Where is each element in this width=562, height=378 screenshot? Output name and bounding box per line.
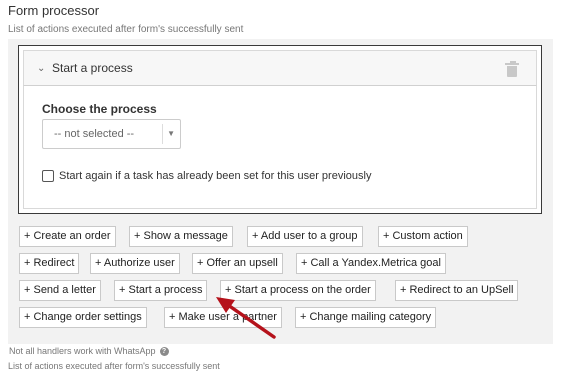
select-divider bbox=[162, 124, 163, 144]
footer-subtitle: List of actions executed after form's su… bbox=[8, 361, 220, 371]
add-user-to-group-button[interactable]: + Add user to a group bbox=[247, 226, 363, 247]
action-card-start-process: ⌄ Start a process Choose the process -- … bbox=[18, 45, 542, 214]
whatsapp-note: Not all handlers work with WhatsApp ? bbox=[9, 346, 169, 356]
dropdown-arrow-icon[interactable]: ▼ bbox=[167, 129, 175, 138]
chevron-down-icon[interactable]: ⌄ bbox=[37, 63, 45, 74]
help-icon[interactable]: ? bbox=[159, 346, 169, 356]
add-authorize-user-button[interactable]: + Authorize user bbox=[90, 253, 180, 274]
add-change-order-settings-button[interactable]: + Change order settings bbox=[19, 307, 147, 328]
add-show-message-button[interactable]: + Show a message bbox=[129, 226, 233, 247]
add-redirect-upsell-button[interactable]: + Redirect to an UpSell bbox=[395, 280, 519, 301]
start-again-checkbox[interactable] bbox=[42, 170, 54, 182]
add-create-order-button[interactable]: + Create an order bbox=[19, 226, 116, 247]
add-redirect-button[interactable]: + Redirect bbox=[19, 253, 80, 274]
action-card-body: Choose the process -- not selected -- ▼ … bbox=[23, 86, 537, 209]
process-select-value: -- not selected -- bbox=[54, 128, 135, 140]
choose-process-label: Choose the process bbox=[42, 102, 157, 116]
process-select[interactable]: -- not selected -- ▼ bbox=[42, 119, 181, 149]
start-again-label[interactable]: Start again if a task has already been s… bbox=[59, 170, 371, 182]
add-send-letter-button[interactable]: + Send a letter bbox=[19, 280, 101, 301]
section-title: Form processor bbox=[8, 3, 100, 18]
start-again-row: Start again if a task has already been s… bbox=[42, 168, 371, 184]
add-change-mailing-category-button[interactable]: + Change mailing category bbox=[295, 307, 437, 328]
add-start-process-button[interactable]: + Start a process bbox=[114, 280, 208, 301]
whatsapp-note-text: Not all handlers work with WhatsApp bbox=[9, 346, 156, 356]
add-metrica-goal-button[interactable]: + Call a Yandex.Metrica goal bbox=[296, 253, 446, 274]
add-custom-action-button[interactable]: + Custom action bbox=[378, 226, 468, 247]
add-make-partner-button[interactable]: + Make user a partner bbox=[164, 307, 282, 328]
section-subtitle: List of actions executed after form's su… bbox=[8, 24, 244, 35]
action-card-header[interactable]: ⌄ Start a process bbox=[23, 50, 537, 86]
action-card-title: Start a process bbox=[52, 61, 133, 75]
add-offer-upsell-button[interactable]: + Offer an upsell bbox=[192, 253, 283, 274]
trash-icon[interactable] bbox=[505, 61, 519, 77]
add-start-process-on-order-button[interactable]: + Start a process on the order bbox=[220, 280, 376, 301]
